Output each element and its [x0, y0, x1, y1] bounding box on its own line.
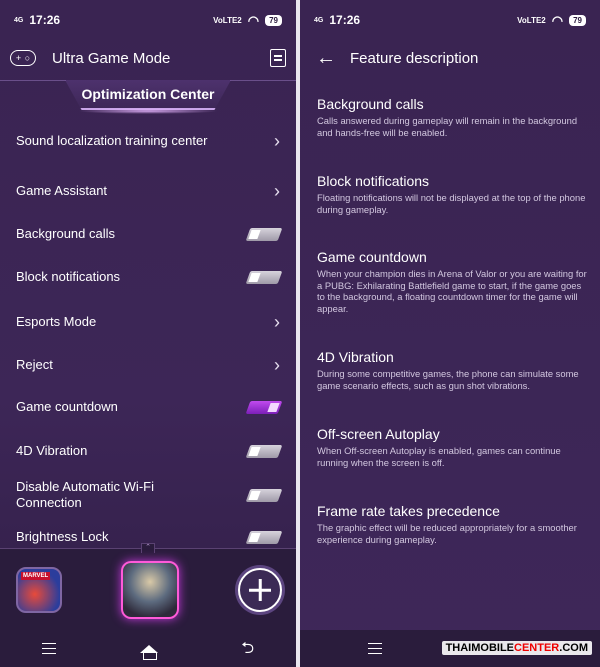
add-game-button[interactable]: [238, 568, 282, 612]
ultra-game-mode-panel: 4G 17:26 VoLTE2 ◠ 79 + ○ Ultra Game Mode …: [0, 0, 296, 667]
menu-icon[interactable]: [368, 643, 382, 654]
setting-block-notifications: Block notifications: [16, 269, 284, 285]
pubg-game-icon[interactable]: [121, 561, 179, 619]
volte-indicator: VoLTE2: [517, 15, 546, 25]
feature-description: Floating notifications will not be displ…: [317, 192, 586, 215]
marvel-game-icon[interactable]: MARVEL: [16, 567, 62, 613]
app-tag: MARVEL: [21, 572, 51, 580]
status-bar: 4G 17:26 VoLTE2 ◠ 79: [0, 0, 296, 40]
status-time: 17:26: [29, 13, 61, 27]
section-header: Optimization Center: [0, 80, 296, 120]
brightness-lock-toggle[interactable]: [245, 530, 283, 544]
battery-indicator: 79: [265, 14, 282, 26]
setting-esports-mode[interactable]: Esports Mode ›: [16, 313, 284, 331]
back-arrow-icon[interactable]: ←: [316, 48, 336, 68]
wifi-icon: ◠: [551, 12, 564, 28]
block-notifications-toggle[interactable]: [245, 270, 283, 284]
setting-game-assistant[interactable]: Game Assistant ›: [16, 182, 284, 200]
setting-4d-vibration: 4D Vibration: [16, 443, 284, 459]
feature-item: Frame rate takes precedence The graphic …: [317, 503, 588, 545]
feature-description: The graphic effect will be reduced appro…: [317, 522, 577, 545]
section-title: Optimization Center: [65, 80, 231, 110]
home-icon[interactable]: [139, 644, 158, 660]
setting-label: Sound localization training center: [16, 133, 208, 148]
chevron-right-icon: ›: [274, 312, 280, 332]
setting-label: Game countdown: [16, 399, 118, 414]
feature-title: Background calls: [317, 96, 424, 112]
header-divider: [230, 80, 296, 81]
page-title: Feature description: [350, 49, 479, 67]
setting-label: Disable Automatic Wi-Fi Connection: [16, 479, 154, 510]
feature-description: When your champion dies in Arena of Valo…: [317, 268, 587, 314]
navigation-bar: ⮌: [0, 630, 296, 667]
setting-label: Background calls: [16, 226, 115, 241]
header-divider: [0, 80, 66, 81]
app-header: ← Feature description: [300, 40, 600, 76]
chevron-right-icon: ›: [274, 181, 280, 201]
page-title: Ultra Game Mode: [52, 49, 171, 67]
disable-wifi-toggle[interactable]: [245, 488, 283, 502]
feature-title: Game countdown: [317, 249, 427, 265]
battery-indicator: 79: [569, 14, 586, 26]
setting-label: Block notifications: [16, 269, 121, 284]
watermark-suffix: .COM: [559, 642, 588, 654]
background-calls-toggle[interactable]: [245, 227, 283, 241]
chevron-right-icon: ›: [274, 131, 280, 151]
document-icon[interactable]: [270, 49, 286, 67]
watermark-text: THAIMOBILE: [445, 642, 515, 654]
setting-label: Brightness Lock: [16, 529, 109, 544]
setting-sound-localization[interactable]: Sound localization training center ›: [16, 132, 284, 150]
watermark-highlight: CENTER: [514, 642, 560, 654]
feature-description: During some competitive games, the phone…: [317, 368, 579, 391]
status-time: 17:26: [329, 13, 361, 27]
gamepad-icon[interactable]: + ○: [10, 50, 36, 66]
feature-item: Block notifications Floating notificatio…: [317, 173, 588, 215]
section-glow: [78, 108, 218, 114]
menu-icon[interactable]: [41, 643, 56, 654]
dock-handle[interactable]: ⌃: [141, 543, 155, 553]
setting-disable-wifi: Disable Automatic Wi-Fi Connection: [16, 479, 284, 511]
game-dock: ⌃ MARVEL: [0, 543, 296, 630]
game-countdown-toggle[interactable]: [245, 400, 283, 414]
4d-vibration-toggle[interactable]: [245, 444, 283, 458]
status-bar: 4G 17:26 VoLTE2 ◠ 79: [300, 0, 600, 40]
chevron-right-icon: ›: [274, 355, 280, 375]
setting-background-calls: Background calls: [16, 226, 284, 242]
feature-title: Off-screen Autoplay: [317, 426, 440, 442]
feature-title: Block notifications: [317, 173, 430, 189]
app-header: + ○ Ultra Game Mode: [0, 40, 296, 76]
setting-label: Reject: [16, 357, 53, 372]
feature-item: Background calls Calls answered during g…: [317, 96, 588, 138]
feature-description-panel: 4G 17:26 VoLTE2 ◠ 79 ← Feature descripti…: [300, 0, 600, 667]
signal-icon: 4G: [314, 16, 324, 24]
setting-label: 4D Vibration: [16, 443, 88, 458]
signal-icon: 4G: [14, 16, 24, 24]
back-nav-icon[interactable]: ⮌: [241, 640, 254, 657]
setting-label: Esports Mode: [16, 314, 97, 329]
feature-description: Calls answered during gameplay will rema…: [317, 115, 578, 138]
feature-description: When Off-screen Autoplay is enabled, gam…: [317, 445, 561, 468]
setting-game-countdown: Game countdown: [16, 399, 284, 415]
feature-title: Frame rate takes precedence: [317, 503, 500, 519]
volte-indicator: VoLTE2: [213, 15, 242, 25]
feature-title: 4D Vibration: [317, 349, 394, 365]
setting-label: Game Assistant: [16, 183, 108, 198]
feature-item: Game countdown When your champion dies i…: [317, 249, 588, 314]
feature-item: 4D Vibration During some competitive gam…: [317, 349, 588, 391]
feature-item: Off-screen Autoplay When Off-screen Auto…: [317, 426, 588, 468]
site-watermark: THAIMOBILECENTER.COM: [441, 641, 592, 655]
setting-reject[interactable]: Reject ›: [16, 356, 284, 374]
wifi-icon: ◠: [247, 12, 260, 28]
